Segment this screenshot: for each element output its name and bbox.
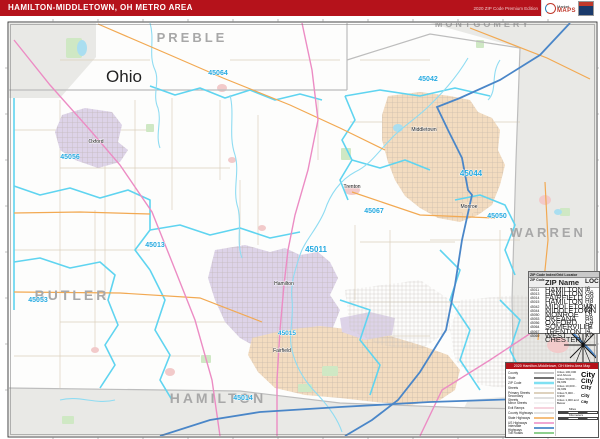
legend-panel[interactable]: 2020 Hamilton-Middletown, OH Metro Area … bbox=[505, 362, 599, 438]
zip-label-45042: 45042 bbox=[418, 76, 438, 83]
legend-line-items: County State ZIP Code Streets Primary St… bbox=[506, 369, 555, 436]
zip-label-45011: 45011 bbox=[305, 245, 327, 254]
zip-label-45064: 45064 bbox=[208, 70, 228, 77]
zip-index-table[interactable]: ZIP Code Index/Grid Locator ZIP Code ZIP… bbox=[528, 271, 600, 334]
state-label: Ohio bbox=[106, 67, 142, 86]
legend-city-items: Cities 100,000 and AboveCity Cities 50,0… bbox=[555, 369, 598, 436]
zip-label-45013: 45013 bbox=[145, 242, 165, 249]
globe-icon bbox=[545, 3, 556, 14]
county-label-warren: WARREN bbox=[510, 225, 586, 240]
zip-label-45015: 45015 bbox=[278, 330, 296, 337]
city-label-fairfield: Fairfield bbox=[273, 348, 291, 354]
zip-label-45067: 45067 bbox=[364, 208, 384, 215]
zip-label-45053: 45053 bbox=[28, 297, 48, 304]
logo-contact-box bbox=[578, 1, 594, 16]
table-row: 45069WEST CHESTERK9 bbox=[529, 334, 599, 342]
zip-label-45044: 45044 bbox=[460, 169, 483, 178]
zip-label-45014: 45014 bbox=[233, 395, 253, 402]
brand-maps: MAPS bbox=[557, 9, 576, 13]
scale-bars: Miles Kilometers bbox=[557, 408, 596, 420]
map-sheet: HAMILTON-MIDDLETOWN, OH METRO AREA 2020 … bbox=[0, 0, 600, 439]
city-label-oxford: Oxford bbox=[88, 139, 103, 145]
header-bar: HAMILTON-MIDDLETOWN, OH METRO AREA 2020 … bbox=[0, 0, 600, 16]
col-zip-code: ZIP Code bbox=[530, 278, 545, 287]
marketmaps-logo: Market MAPS bbox=[541, 0, 600, 17]
city-label-trenton: Trenton bbox=[343, 184, 360, 190]
edition-label: 2020 ZIP Code Premium Edition bbox=[474, 6, 538, 11]
page-title: HAMILTON-MIDDLETOWN, OH METRO AREA bbox=[8, 3, 193, 12]
city-label-monroe: Monroe bbox=[461, 204, 478, 210]
county-label-preble: PREBLE bbox=[157, 30, 228, 45]
city-label-middletown: Middletown bbox=[411, 127, 437, 133]
zip-label-45050: 45050 bbox=[487, 213, 507, 220]
zip-label-45056: 45056 bbox=[60, 154, 80, 161]
city-label-hamilton: Hamilton bbox=[274, 281, 294, 287]
